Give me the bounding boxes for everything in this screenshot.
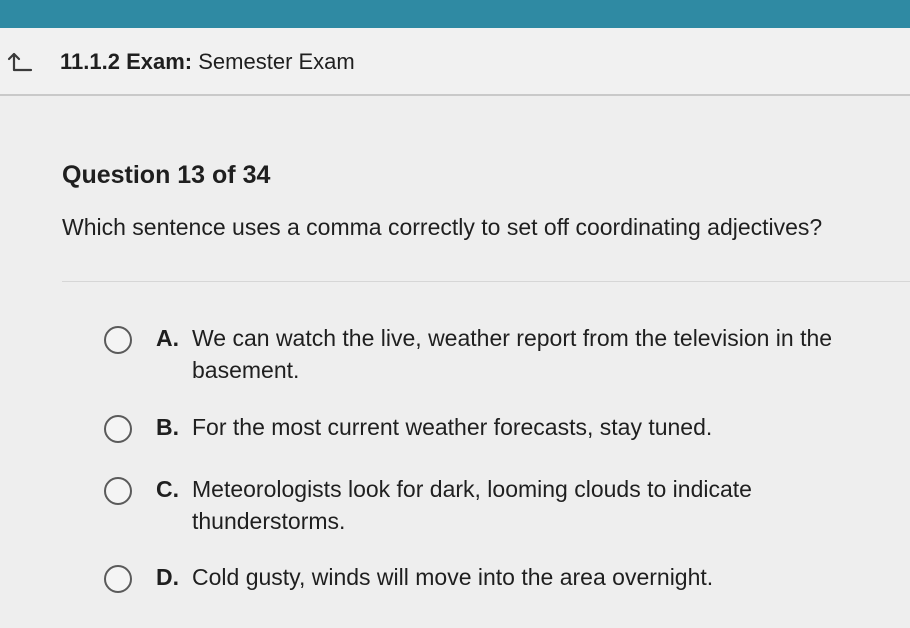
option-text: Meteorologists look for dark, looming cl…: [192, 476, 752, 534]
option-text: For the most current weather forecasts, …: [192, 414, 713, 440]
option-letter: B.: [156, 414, 179, 440]
option-letter: A.: [156, 325, 179, 351]
course-code: 11.1.2: [60, 49, 120, 74]
option-letter: D.: [156, 564, 179, 590]
question-number: Question 13 of 34: [62, 161, 271, 189]
exam-header: 11.1.2 Exam: Semester Exam: [0, 28, 910, 96]
option-text: We can watch the live, weather report fr…: [192, 325, 833, 383]
radio-button-c[interactable]: [104, 477, 132, 505]
answer-option-b[interactable]: B. For the most current weather forecast…: [104, 411, 894, 445]
assessment-type: Exam:: [126, 49, 193, 74]
assessment-title: Semester Exam: [198, 49, 355, 74]
divider: [62, 281, 910, 282]
radio-button-b[interactable]: [104, 415, 132, 443]
radio-button-a[interactable]: [104, 326, 132, 354]
question-prompt: Which sentence uses a comma correctly to…: [62, 214, 823, 240]
answer-option-d[interactable]: D. Cold gusty, winds will move into the …: [104, 561, 894, 595]
top-bar: [0, 0, 910, 28]
option-text: Cold gusty, winds will move into the are…: [192, 564, 714, 590]
page-title: 11.1.2 Exam: Semester Exam: [60, 50, 355, 74]
back-arrow-icon[interactable]: [6, 50, 34, 74]
radio-button-d[interactable]: [104, 565, 132, 593]
answer-option-c[interactable]: C. Meteorologists look for dark, looming…: [104, 473, 894, 539]
answer-option-a[interactable]: A. We can watch the live, weather report…: [104, 322, 894, 388]
option-letter: C.: [156, 476, 179, 502]
